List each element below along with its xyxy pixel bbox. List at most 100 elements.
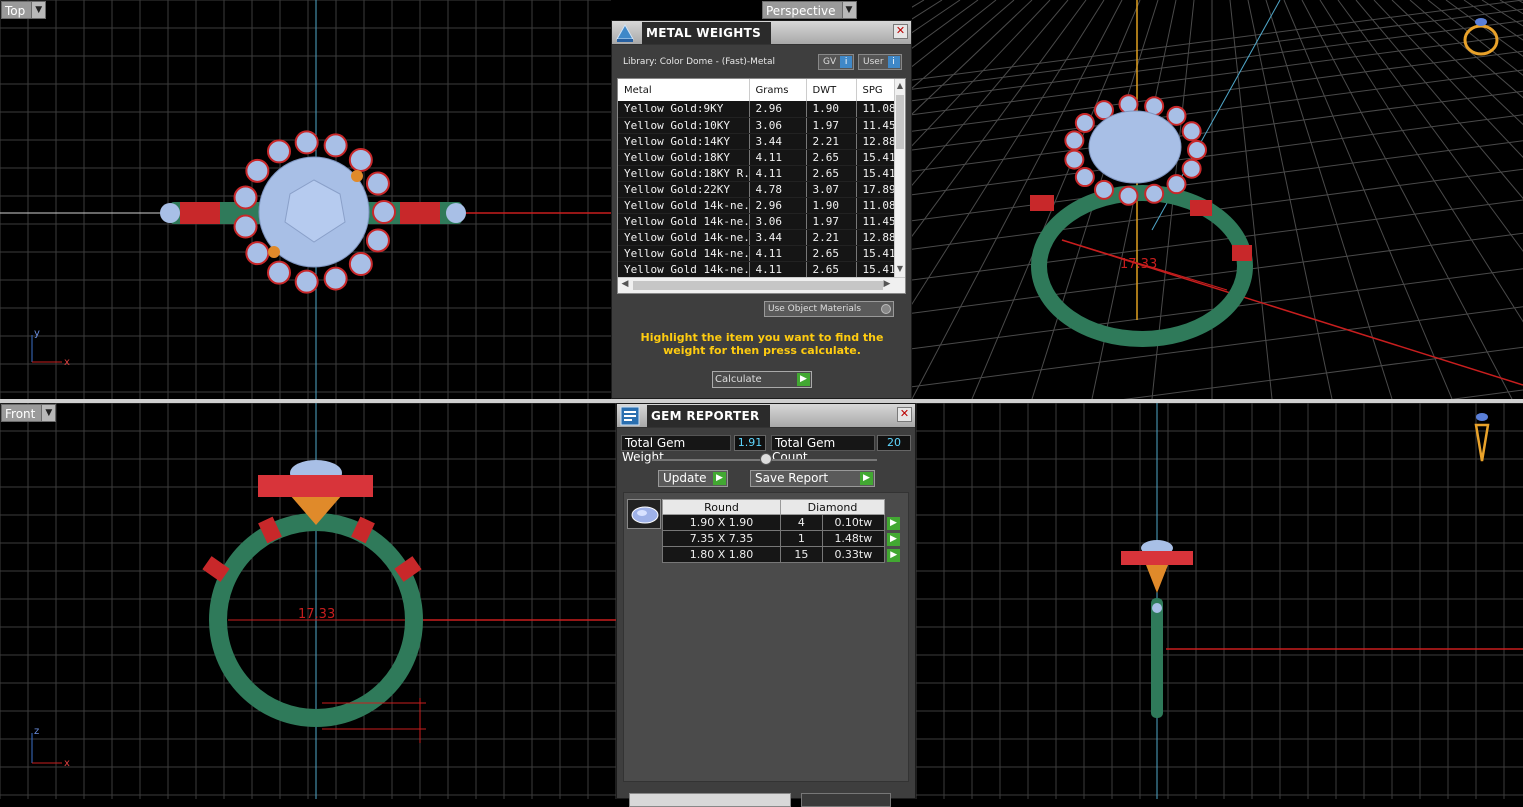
right-view-canvas: [916, 403, 1523, 799]
radio-icon: [881, 304, 891, 314]
table-row[interactable]: 7.35 X 7.35 1 1.48tw ▶: [662, 530, 901, 547]
select-row-button[interactable]: ▶: [885, 547, 901, 563]
dropdown-arrow-icon[interactable]: ▼: [31, 2, 46, 18]
table-cell: Yellow Gold:10KY: [618, 117, 750, 134]
close-icon[interactable]: ✕: [897, 407, 912, 422]
table-cell: 15.41: [856, 149, 897, 166]
table-cell: 17.89: [856, 181, 897, 198]
table-cell: 11.45: [856, 213, 897, 230]
toggle-gv[interactable]: GV i: [818, 54, 855, 70]
table-cell: 15.41: [856, 165, 897, 182]
table-cell: 2.65: [806, 261, 857, 278]
table-row[interactable]: Yellow Gold:22KY 4.78 3.07 17.89: [618, 181, 897, 198]
metal-weights-titlebar[interactable]: METAL WEIGHTS ✕: [612, 21, 911, 45]
table-cell: 4.11: [749, 245, 807, 262]
stone-header: Diamond: [780, 499, 885, 515]
table-row[interactable]: Yellow Gold:9KY 2.96 1.90 11.08: [618, 101, 897, 118]
total-gem-weight-value: 1.91: [734, 435, 766, 451]
library-label: Library: Color Dome - (Fast)-Metal: [623, 57, 775, 67]
table-cell: 11.08: [856, 101, 897, 118]
table-row[interactable]: Yellow Gold 14k-ne...2.961.9011.08: [618, 197, 897, 214]
table-cell: 4.11: [749, 165, 807, 182]
column-header[interactable]: Metal: [618, 79, 750, 101]
save-report-button[interactable]: Save Report ▶: [750, 470, 875, 487]
table-row[interactable]: Yellow Gold 14k-ne...4.112.6515.41: [618, 261, 897, 278]
gem-reporter-icon: [620, 406, 640, 425]
calculate-button[interactable]: Calculate ▶: [712, 371, 812, 388]
info-icon: i: [887, 56, 900, 68]
table-header-row: Round Diamond: [662, 499, 901, 515]
metal-weights-panel: METAL WEIGHTS ✕ Library: Color Dome - (F…: [611, 20, 912, 399]
table-row[interactable]: Yellow Gold 14k-ne...4.112.6515.41: [618, 245, 897, 262]
dropdown-arrow-icon[interactable]: ▼: [41, 405, 56, 421]
table-cell: 2.65: [806, 165, 857, 182]
viewport-label-perspective-tab[interactable]: Perspective ▼: [762, 1, 857, 19]
viewport-label-top[interactable]: Top ▼: [1, 1, 47, 19]
gem-reporter-titlebar[interactable]: GEM REPORTER ✕: [617, 404, 915, 428]
panel-title: METAL WEIGHTS: [642, 21, 772, 44]
total-gem-count-value: 20: [877, 435, 911, 451]
viewport-front[interactable]: 17.33 z x Front ▼: [0, 403, 616, 799]
table-row[interactable]: Yellow Gold 14k-ne...3.442.2112.88: [618, 229, 897, 246]
scroll-thumb[interactable]: [896, 95, 904, 149]
table-cell: 3.06: [749, 213, 807, 230]
svg-text:x: x: [64, 758, 70, 769]
dropdown-arrow-icon[interactable]: ▼: [841, 2, 856, 18]
shape-header: Round: [662, 499, 781, 515]
table-cell: 2.21: [806, 229, 857, 246]
column-header[interactable]: Grams: [749, 79, 807, 101]
table-row[interactable]: Yellow Gold:14KY 3.44 2.21 12.88: [618, 133, 897, 150]
metal-weights-table[interactable]: Metal Grams DWT SPG Yellow Gold:9KY 2.96 1…: [617, 78, 906, 294]
select-row-button[interactable]: ▶: [885, 515, 901, 531]
table-cell: Yellow Gold 14k-ne...: [618, 213, 750, 230]
table-cell: 2.65: [806, 245, 857, 262]
viewport-perspective[interactable]: 17.33 Perspective ▼: [912, 0, 1523, 399]
toggle-user[interactable]: User i: [858, 54, 902, 70]
scroll-down-icon[interactable]: ▼: [895, 264, 905, 276]
horizontal-scrollbar[interactable]: ◀ ▶: [618, 277, 905, 293]
round-gem-icon[interactable]: [627, 499, 661, 529]
ring-navigator-icon[interactable]: [1463, 18, 1499, 56]
vertical-scrollbar[interactable]: ▲ ▼: [894, 79, 905, 277]
table-cell: 2.21: [806, 133, 857, 150]
play-arrow-icon: ▶: [887, 549, 901, 562]
table-cell: 4.11: [749, 261, 807, 278]
bottom-dropdown[interactable]: [629, 793, 791, 807]
viewport-right[interactable]: [916, 403, 1523, 799]
ring-band-side: [1151, 598, 1163, 718]
viewport-label-front[interactable]: Front ▼: [1, 404, 57, 422]
table-cell: 3.07: [806, 181, 857, 198]
table-cell: 3.44: [749, 229, 807, 246]
close-icon[interactable]: ✕: [893, 24, 908, 39]
column-header[interactable]: DWT: [806, 79, 857, 101]
table-cell: Yellow Gold:18KY R...: [618, 165, 750, 182]
table-row[interactable]: 1.90 X 1.90 4 0.10tw ▶: [662, 514, 901, 531]
svg-text:z: z: [34, 726, 39, 737]
panel-title: GEM REPORTER: [647, 404, 770, 427]
update-button[interactable]: Update ▶: [658, 470, 728, 487]
table-row[interactable]: 1.80 X 1.80 15 0.33tw ▶: [662, 546, 901, 563]
table-cell: 15.41: [856, 245, 897, 262]
table-row[interactable]: Yellow Gold:10KY 3.06 1.97 11.45: [618, 117, 897, 134]
use-object-materials-toggle[interactable]: Use Object Materials: [764, 301, 894, 317]
table-cell: Yellow Gold:14KY: [618, 133, 750, 150]
splitter-handle[interactable]: [760, 453, 772, 465]
scroll-up-icon[interactable]: ▲: [895, 81, 905, 93]
table-cell: Yellow Gold 14k-ne...: [618, 261, 750, 278]
scroll-right-icon[interactable]: ▶: [881, 279, 893, 289]
scroll-thumb[interactable]: [633, 281, 883, 290]
table-cell: 3.44: [749, 133, 807, 150]
column-header[interactable]: SPG: [856, 79, 897, 101]
bottom-control[interactable]: [801, 793, 891, 807]
viewport-top[interactable]: y x Top ▼: [0, 0, 611, 399]
table-row[interactable]: Yellow Gold:18KY 4.11 2.65 15.41: [618, 149, 897, 166]
table-row[interactable]: Yellow Gold:18KY R...4.112.6515.41: [618, 165, 897, 182]
play-arrow-icon: ▶: [860, 472, 873, 485]
ring-navigator-icon[interactable]: [1474, 413, 1490, 462]
table-row[interactable]: Yellow Gold 14k-ne...3.061.9711.45: [618, 213, 897, 230]
table-cell: 1.90: [806, 197, 857, 214]
scroll-left-icon[interactable]: ◀: [619, 279, 631, 289]
table-cell: 1.97: [806, 117, 857, 134]
table-cell: Yellow Gold 14k-ne...: [618, 245, 750, 262]
select-row-button[interactable]: ▶: [885, 531, 901, 547]
